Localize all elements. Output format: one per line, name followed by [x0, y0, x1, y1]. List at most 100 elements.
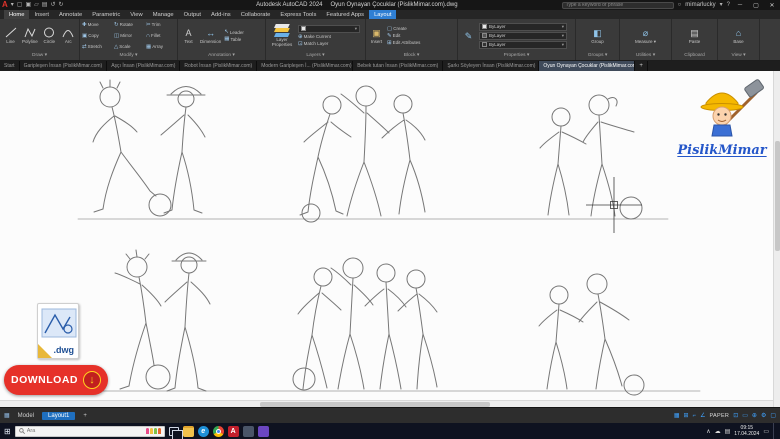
base-view-tool[interactable]: ⌂ Base: [730, 20, 747, 51]
tab-view[interactable]: View: [125, 10, 147, 19]
tab-featured-apps[interactable]: Featured Apps: [321, 10, 369, 19]
minimize-button[interactable]: ─: [734, 2, 746, 8]
panel-label-properties[interactable]: Properties ▾: [458, 52, 575, 60]
new-layout-button[interactable]: +: [77, 412, 93, 420]
circle-tool[interactable]: Circle: [41, 20, 58, 51]
app-icon[interactable]: [258, 426, 269, 437]
table-tool[interactable]: ▦Table: [224, 36, 244, 42]
panel-label-layers[interactable]: Layers ▾: [266, 52, 365, 60]
array-tool[interactable]: ▦Array: [146, 44, 175, 50]
workspace-gear-icon[interactable]: ⚙: [761, 412, 766, 419]
leader-tool[interactable]: ↖Leader: [224, 29, 244, 35]
drawing-canvas[interactable]: PislikMimar .dwg DOWNLOAD ↓: [0, 71, 780, 407]
plot-icon[interactable]: ▤: [42, 0, 48, 10]
line-tool[interactable]: Line: [2, 20, 19, 51]
rotate-tool[interactable]: ↻Rotate: [114, 22, 143, 28]
vertical-scrollbar-thumb[interactable]: [775, 141, 780, 251]
lineweight-dropdown[interactable]: ByLayer ▾: [479, 41, 567, 49]
tab-add-ins[interactable]: Add-ins: [206, 10, 236, 19]
panel-label-block[interactable]: Block ▾: [366, 52, 457, 60]
dimension-tool[interactable]: ↔ Dimension: [199, 20, 222, 51]
panel-label-draw[interactable]: Draw ▾: [0, 52, 79, 60]
new-file-icon[interactable]: ▢: [17, 0, 23, 10]
open-icon[interactable]: ▱: [34, 0, 39, 10]
file-explorer-icon[interactable]: [183, 426, 194, 437]
tab-insert[interactable]: Insert: [29, 10, 54, 19]
panel-label-groups[interactable]: Groups ▾: [576, 52, 619, 60]
file-tab[interactable]: Bebek tutan İnsan (PislikMimar.com): [353, 61, 443, 71]
create-block-tool[interactable]: ▢Create: [387, 26, 420, 32]
panel-label-annotation[interactable]: Annotation ▾: [178, 52, 265, 60]
copy-tool[interactable]: ▣Copy: [82, 33, 111, 39]
match-properties-tool[interactable]: ✎: [460, 20, 477, 51]
taskbar-clock[interactable]: 09:15 17.04.2024: [734, 425, 759, 437]
task-view-icon[interactable]: [169, 427, 179, 436]
file-tab[interactable]: Robot İnsan (PislikMimar.com): [180, 61, 257, 71]
download-button[interactable]: DOWNLOAD ↓: [4, 365, 108, 395]
group-tool[interactable]: ◧ Group: [589, 20, 606, 51]
make-current-tool[interactable]: ⊕Make Current: [298, 34, 360, 40]
tray-expand-icon[interactable]: ∧: [706, 428, 710, 435]
help-search-input[interactable]: [562, 2, 674, 9]
file-tab[interactable]: Modern Garipleşen İ... (PislikMimar.com): [257, 61, 353, 71]
scale-tool[interactable]: △Scale: [114, 44, 143, 50]
panel-label-modify[interactable]: Modify ▾: [80, 52, 177, 60]
search-input[interactable]: [27, 428, 97, 434]
app-icon[interactable]: [243, 426, 254, 437]
trim-tool[interactable]: ✂Trim: [146, 22, 175, 28]
lineweight-toggle-icon[interactable]: ▭: [742, 412, 748, 419]
panel-label-clipboard[interactable]: Clipboard: [672, 52, 717, 60]
polyline-tool[interactable]: Polyline: [21, 20, 39, 51]
tab-parametric[interactable]: Parametric: [87, 10, 125, 19]
paste-tool[interactable]: ▤ Paste: [686, 20, 703, 51]
layer-dropdown[interactable]: ▾: [298, 25, 360, 33]
mirror-tool[interactable]: ◫Mirror: [114, 33, 143, 39]
text-tool[interactable]: A Text: [180, 20, 197, 51]
chrome-icon[interactable]: [213, 426, 224, 437]
horizontal-scrollbar[interactable]: [0, 400, 773, 407]
osnap-toggle-icon[interactable]: ⊡: [733, 412, 738, 419]
file-tab-start[interactable]: Start: [0, 61, 20, 71]
move-tool[interactable]: ✚Move: [82, 22, 111, 28]
app-menu-chevron-icon[interactable]: ▾: [11, 0, 14, 10]
polar-tracking-icon[interactable]: ∠: [700, 412, 705, 419]
clean-screen-icon[interactable]: ▢: [770, 412, 776, 419]
fillet-tool[interactable]: ∩Fillet: [146, 33, 175, 39]
close-button[interactable]: ✕: [766, 2, 778, 9]
edit-block-tool[interactable]: ✎Edit: [387, 33, 420, 39]
model-tab[interactable]: Model: [12, 412, 40, 420]
edge-icon[interactable]: e: [198, 426, 209, 437]
space-toggle[interactable]: PAPER: [709, 413, 729, 419]
tab-express-tools[interactable]: Express Tools: [275, 10, 321, 19]
tab-manage[interactable]: Manage: [148, 10, 179, 19]
redo-icon[interactable]: ↻: [58, 0, 63, 10]
stretch-tool[interactable]: ⇄Stretch: [82, 44, 111, 50]
taskbar-search-box[interactable]: [15, 426, 165, 437]
insert-block-tool[interactable]: ▣ Insert: [368, 20, 385, 51]
user-account[interactable]: mimarlucky: [685, 2, 715, 8]
vertical-scrollbar[interactable]: [773, 71, 780, 407]
layer-properties-tool[interactable]: Layer Properties: [268, 20, 296, 51]
undo-icon[interactable]: ↺: [50, 0, 55, 10]
file-tab-active[interactable]: Oyun Oynayan Çocuklar (PislikMimar.com): [539, 61, 635, 71]
onedrive-cloud-icon[interactable]: ☁: [715, 428, 721, 435]
search-icon[interactable]: ○: [678, 0, 682, 10]
help-icon[interactable]: ?: [727, 0, 730, 10]
start-button[interactable]: ⊞: [4, 427, 11, 436]
arc-tool[interactable]: Arc: [60, 20, 77, 51]
save-icon[interactable]: ▣: [25, 0, 31, 10]
maximize-button[interactable]: ▢: [750, 2, 762, 9]
linetype-dropdown[interactable]: ByLayer ▾: [479, 32, 567, 40]
match-layer-tool[interactable]: ⊡Match Layer: [298, 41, 360, 47]
measure-tool[interactable]: ⌀ Measure ▾: [634, 20, 657, 51]
tab-output[interactable]: Output: [179, 10, 206, 19]
panel-label-view[interactable]: View ▾: [718, 52, 759, 60]
show-desktop-button[interactable]: [773, 423, 776, 439]
panel-label-utilities[interactable]: Utilities ▾: [620, 52, 671, 60]
account-chevron-icon[interactable]: ▾: [720, 0, 723, 10]
ortho-toggle-icon[interactable]: ⌐: [693, 413, 697, 419]
tab-layout-contextual[interactable]: Layout: [369, 10, 396, 19]
tray-icon[interactable]: ▤: [725, 428, 731, 435]
annotation-scale-icon[interactable]: ⊕: [752, 412, 757, 419]
object-color-dropdown[interactable]: ByLayer ▾: [479, 23, 567, 31]
